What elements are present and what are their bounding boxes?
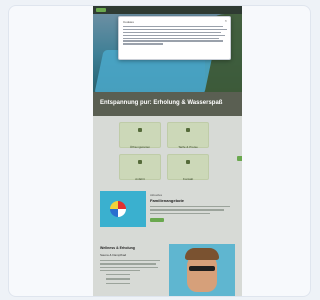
clock-icon bbox=[138, 128, 142, 132]
bullet-item bbox=[106, 278, 130, 280]
promo-text-line bbox=[150, 206, 230, 208]
wellness-text-block: Wellness & Erholung Sauna & Dampfbad bbox=[100, 246, 164, 285]
quick-links-grid: Öffnungszeiten Tarife & Preise Anfahrt K… bbox=[119, 122, 215, 182]
cookie-text-line bbox=[123, 34, 225, 36]
bullet-item bbox=[106, 282, 130, 285]
cookie-text-line bbox=[123, 37, 219, 39]
map-pin-icon bbox=[138, 160, 142, 164]
bullet-item bbox=[106, 274, 130, 276]
ticket-icon bbox=[186, 128, 190, 132]
quick-link-tile[interactable]: Kontakt bbox=[167, 154, 209, 181]
quick-link-tile[interactable]: Anfahrt bbox=[119, 154, 161, 181]
wellness-subtitle: Sauna & Dampfbad bbox=[100, 253, 127, 257]
promo-title: Familienangebote bbox=[150, 198, 185, 203]
website-page: Entspannung pur: Erholung & Wasserspaß ×… bbox=[93, 6, 242, 296]
promo-text-line bbox=[150, 209, 224, 211]
sunglasses-icon bbox=[189, 266, 215, 271]
quick-link-label: Kontakt bbox=[182, 177, 194, 181]
beach-ball-icon bbox=[110, 201, 126, 217]
cookie-text-line bbox=[123, 40, 223, 42]
wellness-text-line bbox=[100, 260, 160, 262]
person-hair bbox=[185, 248, 219, 260]
quick-link-label: Öffnungszeiten bbox=[129, 145, 151, 149]
cookie-text-line bbox=[123, 28, 227, 31]
quick-link-tile[interactable]: Tarife & Preise bbox=[167, 122, 209, 149]
cookie-text-line bbox=[123, 26, 223, 28]
top-navigation-bar bbox=[93, 6, 242, 14]
promo-text-block: Aktuelles Familienangebote bbox=[150, 193, 236, 222]
promo-text-line bbox=[150, 212, 210, 214]
close-icon[interactable]: × bbox=[225, 19, 227, 23]
cookie-consent-dialog[interactable]: × Cookies bbox=[118, 16, 231, 60]
promo-kicker: Aktuelles bbox=[150, 193, 163, 197]
wellness-text-line bbox=[100, 266, 158, 268]
cookie-dialog-title: Cookies bbox=[123, 20, 134, 24]
quick-link-label: Anfahrt bbox=[135, 177, 145, 181]
quick-link-tile[interactable]: Öffnungszeiten bbox=[119, 122, 161, 149]
quick-link-label: Tarife & Preise bbox=[178, 145, 198, 149]
wellness-image bbox=[169, 244, 235, 296]
cookie-text-line bbox=[123, 43, 163, 45]
wellness-text-line bbox=[100, 269, 140, 272]
cookie-text-line bbox=[123, 31, 221, 34]
promo-button[interactable] bbox=[150, 217, 164, 222]
side-tab-button[interactable] bbox=[237, 156, 242, 161]
phone-icon bbox=[186, 160, 190, 164]
wellness-text-line bbox=[100, 263, 156, 265]
hero-title: Entspannung pur: Erholung & Wasserspaß bbox=[100, 100, 223, 106]
promo-image bbox=[100, 191, 146, 227]
preview-card: Entspannung pur: Erholung & Wasserspaß ×… bbox=[8, 5, 311, 297]
site-logo[interactable] bbox=[96, 8, 106, 12]
wellness-title: Wellness & Erholung bbox=[100, 246, 135, 250]
